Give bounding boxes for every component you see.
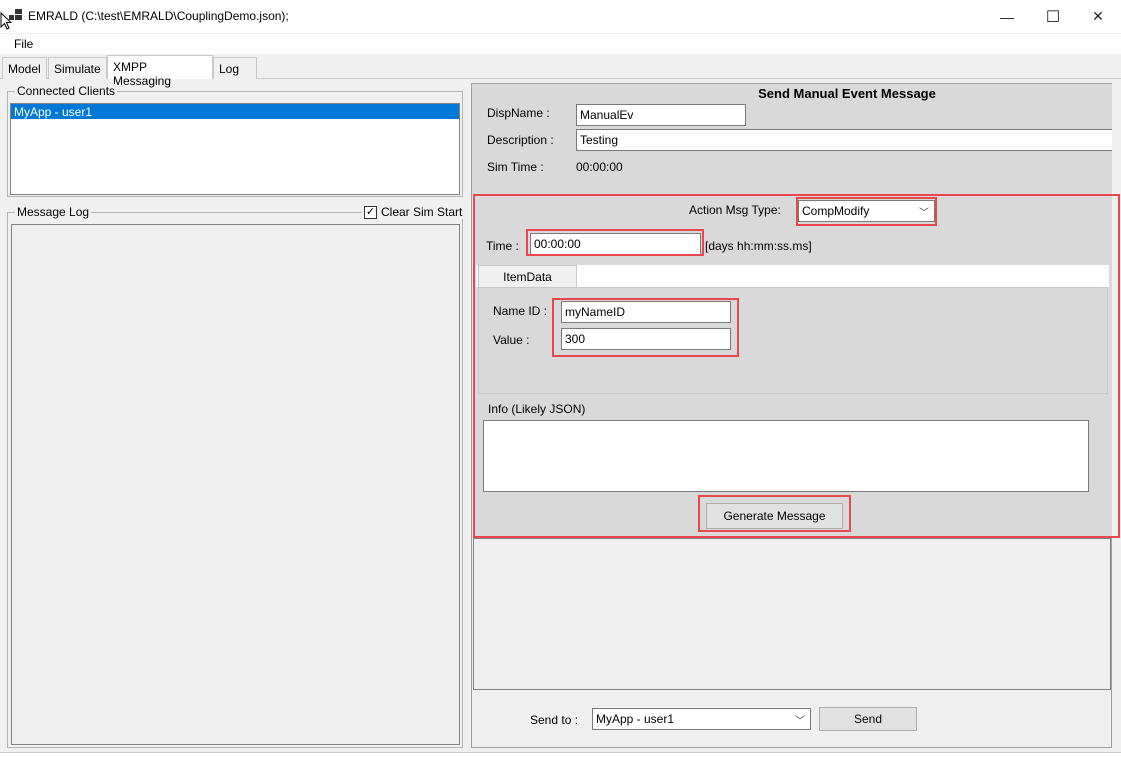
dispname-label: DispName : <box>487 106 550 120</box>
message-log-area[interactable] <box>11 224 460 745</box>
description-input[interactable]: Testing <box>576 129 1112 151</box>
tab-simulate[interactable]: Simulate <box>48 57 107 79</box>
maximize-button[interactable]: ☐ <box>1030 0 1076 33</box>
time-input[interactable]: 00:00:00 <box>530 233 701 255</box>
clear-sim-start-label: Clear Sim Start <box>381 205 463 219</box>
message-output-area[interactable] <box>473 538 1111 690</box>
value-label: Value : <box>493 333 530 347</box>
checkmark-icon: ✓ <box>364 205 377 219</box>
tab-log[interactable]: Log <box>213 57 257 79</box>
simtime-value: 00:00:00 <box>576 160 623 174</box>
action-msg-type-select[interactable]: CompModify ﹀ <box>798 200 935 222</box>
generate-message-button[interactable]: Generate Message <box>706 503 843 529</box>
name-id-input[interactable]: myNameID <box>561 301 731 323</box>
action-msg-type-value: CompModify <box>802 204 870 218</box>
menu-bar: File <box>0 34 1121 54</box>
description-label: Description : <box>487 133 554 147</box>
mouse-cursor-icon <box>0 11 13 33</box>
tab-xmpp-messaging[interactable]: XMPP Messaging <box>107 55 213 88</box>
tab-itemdata[interactable]: ItemData <box>478 265 577 287</box>
clear-sim-start-checkbox[interactable]: ✓ Clear Sim Start <box>362 205 466 219</box>
name-id-label: Name ID : <box>493 304 548 318</box>
connected-clients-title: Connected Clients <box>15 84 118 98</box>
send-button[interactable]: Send <box>819 707 917 731</box>
info-textarea[interactable] <box>483 420 1089 492</box>
tab-strip: Model Simulate XMPP Messaging Log <box>0 55 1121 88</box>
send-to-value: MyApp - user1 <box>596 712 675 726</box>
send-to-select[interactable]: MyApp - user1 ﹀ <box>592 708 811 730</box>
time-label: Time : <box>486 239 519 253</box>
simtime-label: Sim Time : <box>487 160 544 174</box>
window-bottom-edge <box>0 752 1121 757</box>
dispname-input[interactable]: ManualEv <box>576 104 746 126</box>
tab-model[interactable]: Model <box>2 57 47 79</box>
window-title: EMRALD (C:\test\EMRALD\CouplingDemo.json… <box>28 9 289 23</box>
info-label: Info (Likely JSON) <box>488 402 586 416</box>
value-input[interactable]: 300 <box>561 328 731 350</box>
message-log-title: Message Log <box>15 205 92 219</box>
minimize-button[interactable]: — <box>984 0 1030 33</box>
chevron-down-icon: ﹀ <box>919 207 929 219</box>
close-button[interactable]: ✕ <box>1075 0 1121 33</box>
title-bar: EMRALD (C:\test\EMRALD\CouplingDemo.json… <box>0 0 1121 33</box>
page-title: Send Manual Event Message <box>758 86 936 101</box>
connected-clients-list[interactable]: MyApp - user1 <box>10 103 460 195</box>
chevron-down-icon: ﹀ <box>795 715 805 727</box>
time-format-hint: [days hh:mm:ss.ms] <box>705 239 812 253</box>
menu-file[interactable]: File <box>14 37 33 51</box>
list-item[interactable]: MyApp - user1 <box>11 104 459 119</box>
send-to-label: Send to : <box>530 713 579 727</box>
action-msg-type-label: Action Msg Type: <box>689 203 781 217</box>
